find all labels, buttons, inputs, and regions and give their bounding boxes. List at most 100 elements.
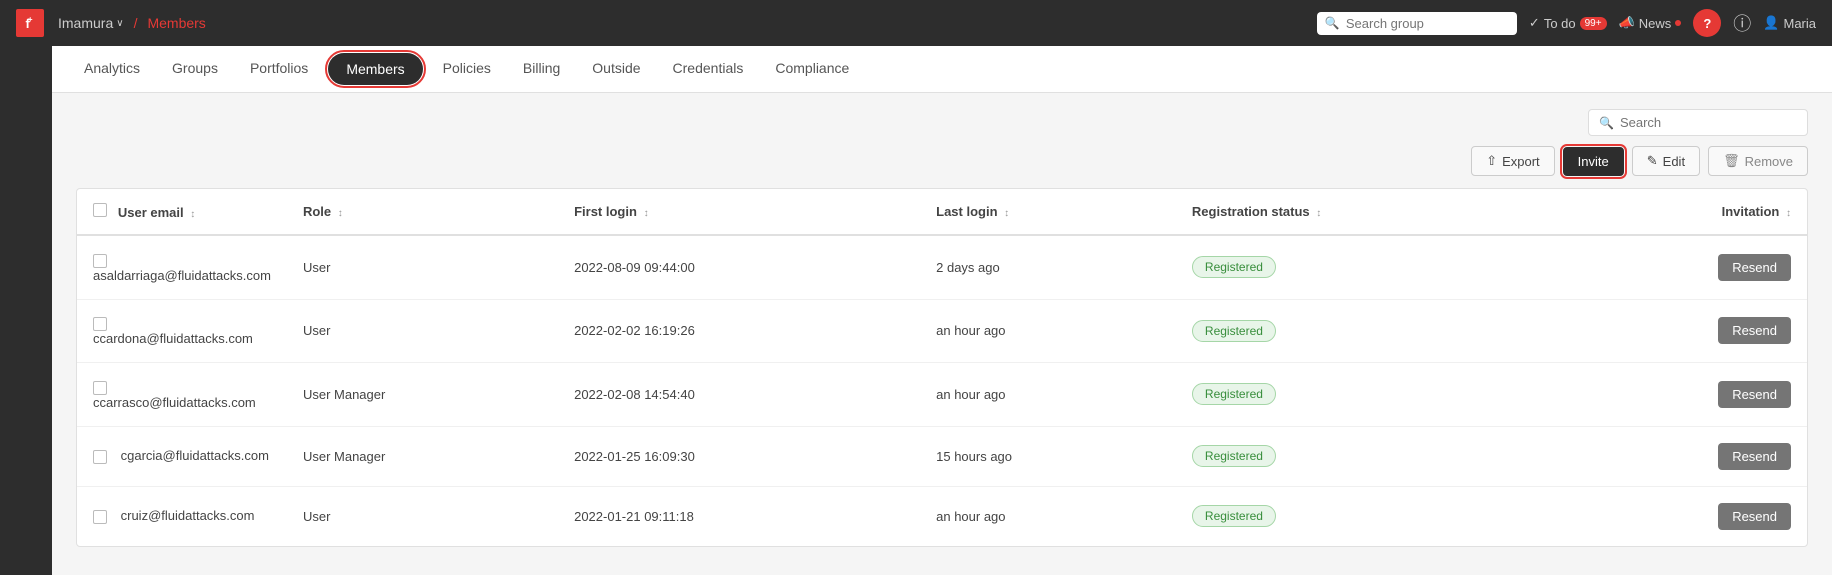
select-all-header[interactable]: User email ↕ bbox=[77, 189, 287, 235]
members-table-container: User email ↕ Role ↕ First login ↕ bbox=[76, 188, 1808, 547]
cell-first-login-1: 2022-02-02 16:19:26 bbox=[558, 299, 920, 363]
cell-reg-status-4: Registered bbox=[1176, 486, 1559, 546]
tab-groups[interactable]: Groups bbox=[156, 46, 234, 92]
tab-analytics[interactable]: Analytics bbox=[68, 46, 156, 92]
registered-badge-2: Registered bbox=[1192, 383, 1276, 405]
cell-last-login-4: an hour ago bbox=[920, 486, 1176, 546]
cell-email-4: cruiz@fluidattacks.com bbox=[77, 486, 287, 546]
export-button[interactable]: ⇧ Export bbox=[1471, 146, 1554, 176]
edit-button[interactable]: ✎ Edit bbox=[1632, 146, 1700, 176]
resend-button-1[interactable]: Resend bbox=[1718, 317, 1791, 344]
email-sort-icon[interactable]: ↕ bbox=[190, 209, 195, 220]
cell-email-2: ccarrasco@fluidattacks.com bbox=[77, 363, 287, 427]
app-layout: Analytics Groups Portfolios Members Poli… bbox=[0, 46, 1832, 575]
cell-invitation-2: Resend bbox=[1558, 363, 1807, 427]
members-search-container[interactable]: 🔍 bbox=[1588, 109, 1808, 136]
user-icon: 👤 bbox=[1763, 15, 1779, 31]
remove-button[interactable]: 🗑 Remove bbox=[1708, 146, 1808, 176]
tab-credentials[interactable]: Credentials bbox=[657, 46, 760, 92]
role-header[interactable]: Role ↕ bbox=[287, 189, 558, 235]
role-sort-icon[interactable]: ↕ bbox=[338, 208, 343, 219]
tab-compliance[interactable]: Compliance bbox=[759, 46, 865, 92]
brand-logo: f + bbox=[16, 9, 44, 37]
cell-reg-status-3: Registered bbox=[1176, 426, 1559, 486]
row-checkbox-0[interactable] bbox=[93, 254, 107, 268]
table-body: asaldarriaga@fluidattacks.com User 2022-… bbox=[77, 235, 1807, 546]
reg-status-header[interactable]: Registration status ↕ bbox=[1176, 189, 1559, 235]
tab-billing[interactable]: Billing bbox=[507, 46, 576, 92]
edit-icon: ✎ bbox=[1647, 153, 1658, 169]
resend-button-3[interactable]: Resend bbox=[1718, 443, 1791, 470]
remove-icon: 🗑 bbox=[1723, 153, 1740, 169]
news-button[interactable]: 📣 News bbox=[1619, 15, 1682, 31]
cell-reg-status-1: Registered bbox=[1176, 299, 1559, 363]
cell-invitation-4: Resend bbox=[1558, 486, 1807, 546]
members-search-input[interactable] bbox=[1620, 115, 1797, 130]
megaphone-icon: 📣 bbox=[1619, 15, 1635, 31]
resend-button-2[interactable]: Resend bbox=[1718, 381, 1791, 408]
org-name[interactable]: Imamura ∨ bbox=[58, 15, 124, 31]
row-checkbox-2[interactable] bbox=[93, 381, 107, 395]
export-icon: ⇧ bbox=[1486, 153, 1497, 169]
row-checkbox-3[interactable] bbox=[93, 450, 107, 464]
checkmark-icon: ✓ bbox=[1529, 15, 1540, 31]
registered-badge-0: Registered bbox=[1192, 256, 1276, 278]
search-members-icon: 🔍 bbox=[1599, 116, 1614, 130]
table-row: cgarcia@fluidattacks.com User Manager 20… bbox=[77, 426, 1807, 486]
registered-badge-4: Registered bbox=[1192, 505, 1276, 527]
search-group-container[interactable]: 🔍 bbox=[1317, 12, 1517, 35]
first-login-sort-icon[interactable]: ↕ bbox=[644, 208, 649, 219]
tab-policies[interactable]: Policies bbox=[427, 46, 507, 92]
page-breadcrumb: Members bbox=[147, 15, 205, 31]
info-button[interactable]: ⓘ bbox=[1733, 10, 1751, 36]
navbar: f + Imamura ∨ / Members 🔍 ✓ To do 99+ 📣 … bbox=[0, 0, 1832, 46]
help-button[interactable]: ? bbox=[1693, 9, 1721, 37]
cell-reg-status-0: Registered bbox=[1176, 235, 1559, 299]
row-checkbox-4[interactable] bbox=[93, 510, 107, 524]
cell-first-login-4: 2022-01-21 09:11:18 bbox=[558, 486, 920, 546]
cell-role-1: User bbox=[287, 299, 558, 363]
cell-email-0: asaldarriaga@fluidattacks.com bbox=[77, 235, 287, 299]
user-menu-button[interactable]: 👤 Maria bbox=[1763, 15, 1816, 31]
cell-invitation-1: Resend bbox=[1558, 299, 1807, 363]
cell-invitation-0: Resend bbox=[1558, 235, 1807, 299]
reg-status-sort-icon[interactable]: ↕ bbox=[1316, 208, 1321, 219]
cell-role-3: User Manager bbox=[287, 426, 558, 486]
tab-members[interactable]: Members bbox=[328, 53, 422, 85]
cell-email-3: cgarcia@fluidattacks.com bbox=[77, 426, 287, 486]
table-row: ccardona@fluidattacks.com User 2022-02-0… bbox=[77, 299, 1807, 363]
table-header-row: User email ↕ Role ↕ First login ↕ bbox=[77, 189, 1807, 235]
invitation-header[interactable]: Invitation ↕ bbox=[1558, 189, 1807, 235]
cell-last-login-2: an hour ago bbox=[920, 363, 1176, 427]
registered-badge-1: Registered bbox=[1192, 320, 1276, 342]
cell-role-2: User Manager bbox=[287, 363, 558, 427]
last-login-sort-icon[interactable]: ↕ bbox=[1004, 208, 1009, 219]
search-group-input[interactable] bbox=[1346, 16, 1509, 31]
cell-invitation-3: Resend bbox=[1558, 426, 1807, 486]
first-login-header[interactable]: First login ↕ bbox=[558, 189, 920, 235]
tab-outside[interactable]: Outside bbox=[576, 46, 656, 92]
cell-role-0: User bbox=[287, 235, 558, 299]
members-table: User email ↕ Role ↕ First login ↕ bbox=[77, 189, 1807, 546]
resend-button-4[interactable]: Resend bbox=[1718, 503, 1791, 530]
select-all-checkbox[interactable] bbox=[93, 203, 107, 217]
table-row: ccarrasco@fluidattacks.com User Manager … bbox=[77, 363, 1807, 427]
todo-badge: 99+ bbox=[1580, 17, 1607, 30]
row-checkbox-1[interactable] bbox=[93, 317, 107, 331]
invite-button[interactable]: Invite bbox=[1563, 147, 1624, 176]
tabs-bar: Analytics Groups Portfolios Members Poli… bbox=[52, 46, 1832, 93]
navbar-right: 🔍 ✓ To do 99+ 📣 News ? ⓘ 👤 Maria bbox=[1317, 9, 1816, 37]
resend-button-0[interactable]: Resend bbox=[1718, 254, 1791, 281]
controls-row: 🔍 bbox=[76, 109, 1808, 136]
cell-last-login-3: 15 hours ago bbox=[920, 426, 1176, 486]
cell-email-1: ccardona@fluidattacks.com bbox=[77, 299, 287, 363]
org-chevron-icon: ∨ bbox=[116, 18, 123, 29]
cell-reg-status-2: Registered bbox=[1176, 363, 1559, 427]
last-login-header[interactable]: Last login ↕ bbox=[920, 189, 1176, 235]
todo-button[interactable]: ✓ To do 99+ bbox=[1529, 15, 1607, 31]
cell-first-login-3: 2022-01-25 16:09:30 bbox=[558, 426, 920, 486]
invitation-sort-icon[interactable]: ↕ bbox=[1786, 208, 1791, 219]
main-content: Analytics Groups Portfolios Members Poli… bbox=[52, 46, 1832, 575]
tab-portfolios[interactable]: Portfolios bbox=[234, 46, 324, 92]
cell-first-login-0: 2022-08-09 09:44:00 bbox=[558, 235, 920, 299]
